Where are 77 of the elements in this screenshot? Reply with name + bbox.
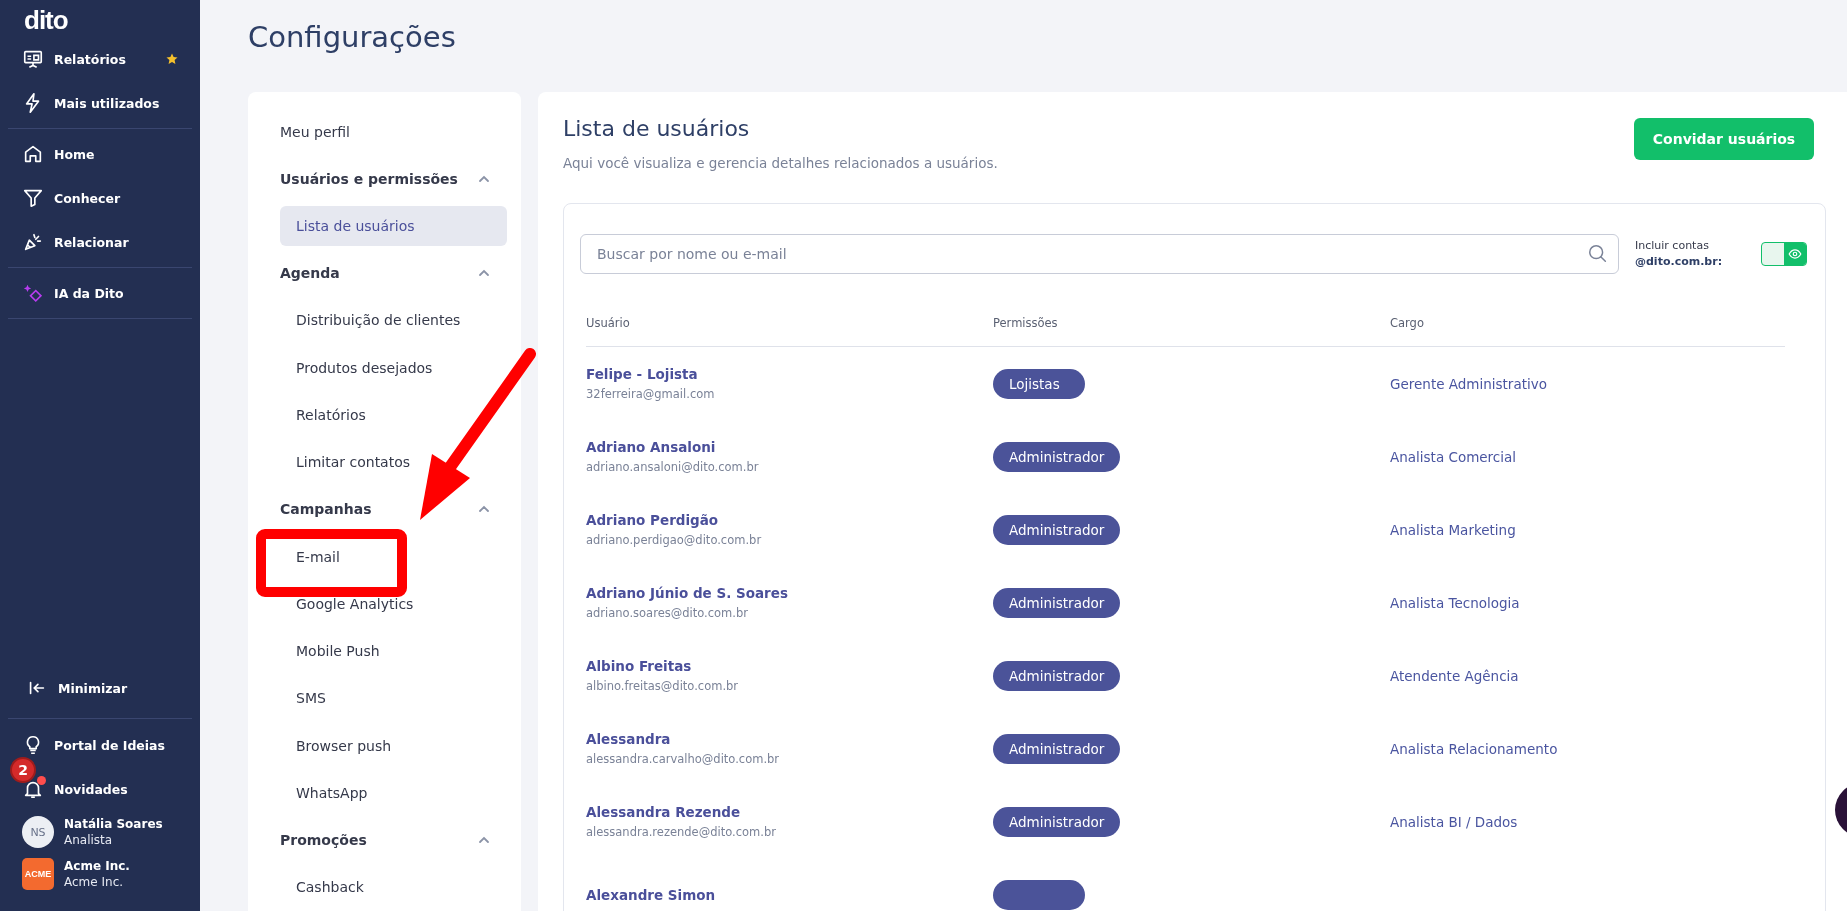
menu-item[interactable]: Distribuição de clientes (280, 300, 507, 340)
role-text: Analista Comercial (1390, 448, 1518, 465)
user-email: alessandra.carvalho@dito.com.br (586, 752, 781, 766)
column-header: Permissões (993, 316, 1059, 330)
company-name: Acme Inc. (64, 858, 130, 874)
user-name[interactable]: Adriano Júnio de S. Soares (586, 585, 993, 601)
role-text: Analista Marketing (1390, 521, 1517, 538)
company-logo: ACME (22, 858, 54, 890)
menu-item[interactable]: Limitar contatos (280, 442, 507, 482)
user-email: adriano.ansaloni@dito.com.br (586, 460, 760, 474)
menu-item[interactable]: Mobile Push (280, 631, 507, 671)
user-email: adriano.soares@dito.com.br (586, 606, 749, 620)
toggle-label: Incluir contas @dito.com.br: (1635, 238, 1724, 270)
company-subtitle: Acme Inc. (64, 874, 125, 890)
menu-item[interactable]: WhatsApp (280, 773, 507, 813)
nav-item[interactable]: Relatórios (8, 37, 192, 81)
menu-item[interactable]: Produtos desejados (280, 348, 507, 388)
menu-item[interactable]: Relatórios (280, 395, 507, 435)
funnel-icon (22, 187, 44, 209)
nav-item[interactable]: IA da Dito (8, 271, 192, 315)
permission-tag: Administrador (993, 733, 1121, 764)
presentation-icon (22, 48, 44, 70)
panel-subtitle: Aqui você visualiza e gerencia detalhes relacionados a usuários. (563, 155, 998, 171)
user-email: 32ferreira@gmail.com (586, 387, 716, 401)
menu-item[interactable]: Cashback (280, 867, 507, 908)
menu-section[interactable]: Usuários e permissões (280, 170, 458, 187)
nav-item[interactable]: Conhecer (8, 176, 192, 220)
user-email: albino.freitas@dito.com.br (586, 679, 740, 693)
menu-section[interactable]: Promoções (280, 832, 367, 849)
permission-tag: Administrador (993, 441, 1121, 472)
permission-tag: Administrador (993, 514, 1121, 545)
column-header: Usuário (586, 316, 631, 330)
menu-section[interactable]: Agenda (280, 265, 340, 282)
column-header: Cargo (1390, 316, 1425, 330)
page-title: Configurações (248, 20, 457, 54)
role-text: Analista Tecnologia (1390, 594, 1521, 611)
user-email: adriano.perdigao@dito.com.br (586, 533, 763, 547)
menu-item[interactable]: Browser push (280, 726, 507, 766)
user-name[interactable]: Alexandre Simon (586, 886, 993, 903)
toggle-switch[interactable] (1761, 242, 1807, 266)
user-name[interactable]: Alessandra Rezende (586, 804, 993, 820)
user-name[interactable]: Adriano Perdigão (586, 512, 993, 528)
count-badge: 2 (10, 757, 36, 783)
permission-tag: Administrador (993, 806, 1121, 837)
menu-item[interactable]: Google Analytics (280, 584, 507, 624)
user-role: Analista (64, 832, 114, 848)
minimize-button[interactable]: Minimizar (12, 666, 142, 710)
nav-item[interactable]: Mais utilizados (8, 81, 192, 125)
menu-item[interactable]: E-mail (280, 536, 507, 577)
menu-item[interactable]: SMS (280, 678, 507, 719)
search-icon (1587, 243, 1609, 265)
avatar: NS (22, 816, 54, 848)
megaphone-icon (22, 231, 44, 253)
logo: dito (23, 6, 68, 34)
permission-tag: Administrador (993, 587, 1121, 618)
user-name[interactable]: Albino Freitas (586, 658, 993, 674)
panel-title: Lista de usuários (563, 116, 751, 141)
user-email: alessandra.rezende@dito.com.br (586, 825, 777, 839)
permission-tag: Lojistas (993, 368, 1085, 399)
search-field[interactable]: Buscar por nome ou e-mail (580, 234, 1619, 274)
permission-tag: Administrador (993, 660, 1121, 691)
sparkle-icon (22, 282, 44, 304)
user-name[interactable]: Alessandra (586, 731, 993, 747)
menu-item[interactable]: Meu perfil (280, 108, 507, 156)
home-icon (22, 143, 44, 165)
role-text: Analista BI / Dados (1390, 813, 1519, 830)
nav-item[interactable]: Relacionar (8, 220, 192, 264)
nav-item[interactable]: Home (8, 132, 192, 176)
user-name[interactable]: Adriano Ansaloni (586, 439, 993, 455)
menu-item[interactable]: Lista de usuários (280, 206, 507, 246)
user-name: Natália Soares (64, 816, 163, 832)
eye-icon (1788, 247, 1802, 261)
role-text: Analista Relacionamento (1390, 740, 1559, 757)
role-text: Gerente Administrativo (1390, 375, 1548, 392)
menu-section[interactable]: Campanhas (280, 501, 372, 518)
role-text: Atendente Agência (1390, 667, 1520, 684)
user-name[interactable]: Felipe - Lojista (586, 366, 993, 382)
